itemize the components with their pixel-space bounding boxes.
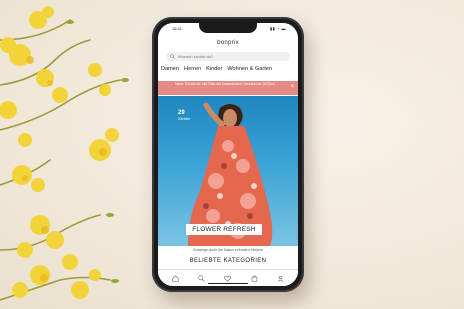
phone-screen: 15:41 ▮▮ ◔ ▬ bonprix Damen Herren Kinder… [158, 23, 298, 286]
nav-item-herren[interactable]: Herren [184, 66, 201, 76]
search-icon [170, 54, 175, 59]
home-icon[interactable] [172, 274, 179, 282]
home-indicator[interactable] [208, 282, 248, 284]
promo-banner[interactable]: Neue Trends für alle Stile mit kostenlos… [158, 81, 298, 95]
smartphone: 15:41 ▮▮ ◔ ▬ bonprix Damen Herren Kinder… [152, 17, 304, 292]
photo-background: 15:41 ▮▮ ◔ ▬ bonprix Damen Herren Kinder… [0, 0, 464, 309]
phone-notch [199, 23, 257, 33]
nav-item-damen[interactable]: Damen [161, 66, 179, 76]
search-input[interactable] [178, 54, 258, 59]
category-nav: Damen Herren Kinder Wohnen & Garten [161, 66, 298, 76]
hero-price-tag: 29 Kleider [178, 110, 190, 121]
heart-icon[interactable] [224, 275, 232, 282]
search-icon[interactable] [198, 274, 205, 282]
hero-title[interactable]: FLOWER REFRESH [186, 224, 262, 235]
brand-logo[interactable]: bonprix [158, 40, 298, 46]
hero-banner[interactable]: 29 Kleider FLOWER REFRESH [158, 96, 298, 246]
status-icons: ▮▮ ◔ ▬ [269, 26, 286, 31]
status-time: 15:41 [172, 26, 183, 31]
hero-price-label: Kleider [178, 115, 191, 121]
hero-subtitle: Schwelge durch die Saison in floralen Kl… [193, 248, 263, 252]
nav-item-kinder[interactable]: Kinder [206, 66, 222, 76]
section-heading: BELIEBTE KATEGORIEN [189, 258, 267, 264]
user-icon[interactable] [277, 275, 284, 282]
promo-text: Neue Trends für alle Stile mit kostenlos… [174, 82, 276, 86]
search-bar[interactable] [166, 52, 290, 61]
close-icon[interactable]: × [290, 84, 294, 92]
bag-icon[interactable] [251, 274, 258, 282]
nav-item-wohnen-garten[interactable]: Wohnen & Garten [227, 66, 272, 76]
